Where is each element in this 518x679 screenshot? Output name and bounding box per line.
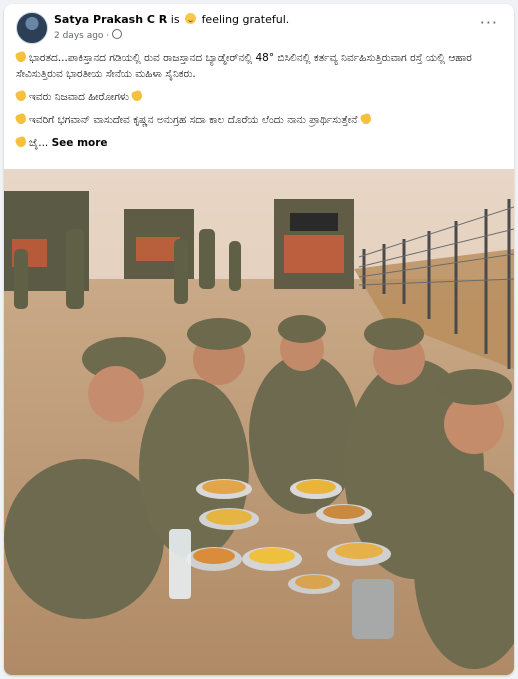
post-time[interactable]: 2 days ago · xyxy=(54,31,109,41)
author-line: Satya Prakash C R is feeling grateful. xyxy=(54,13,289,26)
paragraph-4: ಜೈ... See more xyxy=(14,135,504,151)
waving-hand-icon xyxy=(359,112,373,126)
waving-hand-icon xyxy=(14,135,28,149)
waving-hand-icon xyxy=(14,112,28,126)
post-photo[interactable] xyxy=(4,169,514,675)
is-text: is xyxy=(170,13,180,26)
author-name[interactable]: Satya Prakash C R xyxy=(54,13,167,26)
globe-icon xyxy=(112,29,123,39)
paragraph-3: ಇವರಿಗೆ ಭಗವಾನ್ ವಾಸುದೇವ ಕೃಷ್ಣನ ಅನುಗ್ರಹ ಸದಾ… xyxy=(14,112,504,128)
post-meta: 2 days ago · xyxy=(54,29,123,41)
more-options-button[interactable]: ··· xyxy=(480,13,498,32)
avatar[interactable] xyxy=(16,12,48,44)
waving-hand-icon xyxy=(14,89,28,103)
see-more-link[interactable]: See more xyxy=(52,137,108,149)
paragraph-1: ಭಾರತದ...ಪಾಕಿಸ್ತಾನದ ಗಡಿಯಲ್ಲಿ ರುವ ರಾಜಸ್ತಾನ… xyxy=(14,50,472,80)
feeling-text: feeling grateful. xyxy=(201,13,290,26)
grateful-emoji-icon xyxy=(185,13,197,24)
waving-hand-icon xyxy=(14,50,28,64)
post-text: ಭಾರತದ...ಪಾಕಿಸ್ತಾನದ ಗಡಿಯಲ್ಲಿ ರುವ ರಾಜಸ್ತಾನ… xyxy=(14,50,504,158)
paragraph-2: ಇವರು ನಿಜವಾದ ಹೀರೋಗಳು xyxy=(14,89,504,105)
post-card: Satya Prakash C R is feeling grateful. 2… xyxy=(4,4,514,675)
post-header: Satya Prakash C R is feeling grateful. 2… xyxy=(4,4,514,48)
waving-hand-icon xyxy=(130,89,144,103)
